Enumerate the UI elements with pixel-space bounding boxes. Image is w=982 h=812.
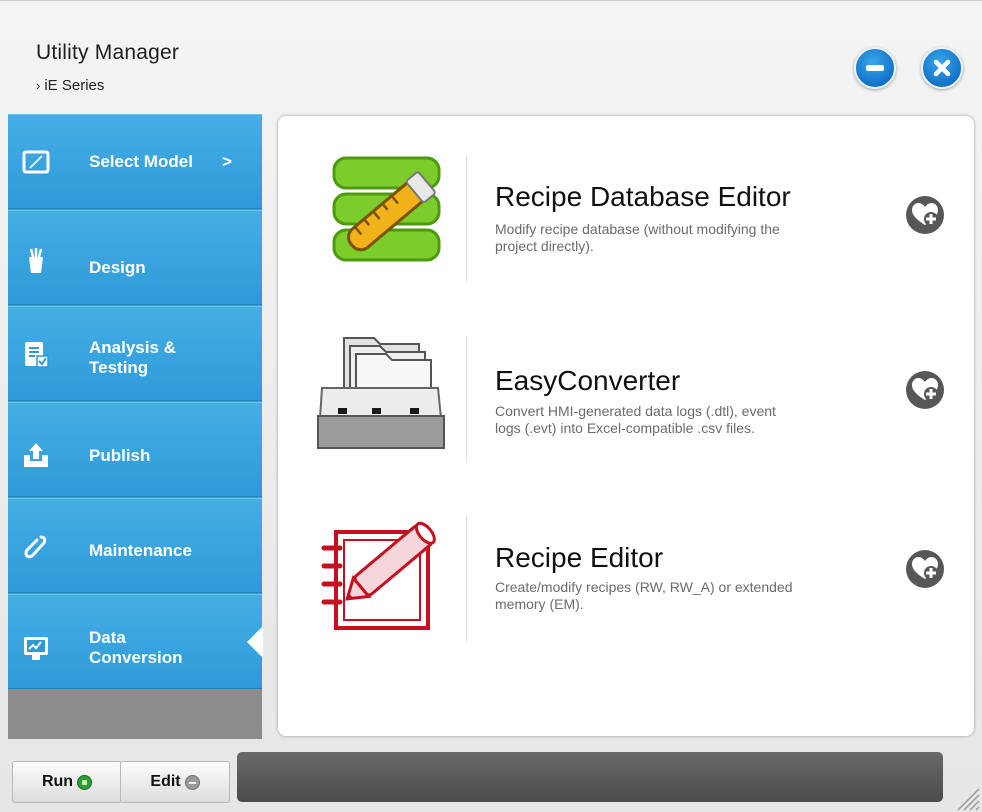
tool-description-line: memory (EM). bbox=[495, 596, 584, 612]
tool-name: EasyConverter bbox=[495, 365, 681, 396]
edit-label: Edit bbox=[150, 773, 181, 790]
edit-mode-button[interactable]: Edit bbox=[120, 761, 230, 803]
title-area: Utility Manager › iE Series bbox=[36, 41, 179, 94]
tool-description-line: Create/modify recipes (RW, RW_A) or exte… bbox=[495, 579, 793, 595]
sidebar-item-publish[interactable]: Publish bbox=[8, 402, 262, 497]
tool-name: Recipe Editor bbox=[495, 542, 664, 573]
status-bar bbox=[237, 752, 943, 802]
divider bbox=[466, 156, 467, 282]
sidebar-item-label: Analysis & bbox=[89, 338, 176, 357]
run-status-icon bbox=[77, 774, 93, 790]
sidebar-item-maintenance[interactable]: Maintenance bbox=[8, 498, 262, 593]
run-label: Run bbox=[41, 773, 74, 790]
database-test-tube-icon bbox=[332, 156, 441, 262]
sidebar-item-label: Publish bbox=[89, 446, 151, 465]
sidebar-item-label-line2: Testing bbox=[89, 358, 149, 377]
tool-description: Create/modify recipes (RW, RW_A) or exte… bbox=[495, 579, 875, 613]
sidebar-item-select-model[interactable]: Select Model > bbox=[8, 114, 262, 209]
tool-description: Modify recipe database (without modifyin… bbox=[495, 221, 875, 255]
monitor-icon bbox=[22, 150, 50, 174]
sidebar-item-label: Select Model bbox=[89, 152, 193, 171]
data-conversion-icon bbox=[24, 637, 48, 660]
upload-icon bbox=[24, 443, 48, 467]
tool-recipe-database-editor[interactable]: Recipe Database Editor Modify recipe dat… bbox=[278, 148, 974, 298]
chevron-right-icon: > bbox=[222, 152, 232, 171]
divider bbox=[466, 336, 467, 462]
tool-name: Recipe Database Editor bbox=[495, 181, 791, 212]
tool-easyconverter[interactable]: EasyConverter Convert HMI-generated data… bbox=[278, 328, 974, 478]
utility-manager-window: Utility Manager › iE Series Select Model … bbox=[0, 0, 982, 812]
paperclip-icon bbox=[24, 535, 47, 559]
edit-status-icon bbox=[184, 774, 200, 790]
pencil-cup-icon bbox=[29, 248, 43, 273]
tools-panel: Recipe Database Editor Modify recipe dat… bbox=[278, 116, 974, 736]
notebook-pen-icon bbox=[321, 521, 436, 630]
sidebar-item-design[interactable]: Design bbox=[8, 210, 262, 305]
close-button[interactable] bbox=[921, 47, 963, 89]
breadcrumb-label: iE Series bbox=[44, 77, 105, 94]
sidebar-item-analysis-testing[interactable]: Analysis & Testing bbox=[8, 306, 262, 401]
breadcrumb[interactable]: › iE Series bbox=[36, 77, 179, 94]
tool-description-line: project directly). bbox=[495, 238, 594, 254]
run-mode-button[interactable]: Run bbox=[12, 761, 122, 803]
app-title: Utility Manager bbox=[36, 41, 180, 64]
sidebar-item-label-line2: Conversion bbox=[89, 648, 183, 667]
minimize-icon bbox=[866, 65, 884, 71]
tool-recipe-editor[interactable]: Recipe Editor Create/modify recipes (RW,… bbox=[278, 508, 974, 658]
sidebar-item-data-conversion[interactable]: Data Conversion bbox=[8, 594, 263, 689]
tool-description: Convert HMI-generated data logs (.dtl), … bbox=[495, 403, 875, 437]
close-icon bbox=[933, 59, 951, 77]
sidebar-item-label: Design bbox=[89, 258, 146, 277]
add-favorite-button[interactable] bbox=[905, 370, 945, 410]
sidebar-item-label: Data bbox=[89, 628, 126, 647]
minimize-button[interactable] bbox=[854, 47, 896, 89]
file-drawer-icon bbox=[316, 337, 446, 449]
tool-description-line: Convert HMI-generated data logs (.dtl), … bbox=[495, 403, 776, 419]
resize-grip-icon[interactable] bbox=[950, 781, 980, 811]
tool-description-line: Modify recipe database (without modifyin… bbox=[495, 221, 780, 237]
checklist-icon bbox=[25, 342, 49, 368]
active-indicator bbox=[247, 626, 263, 658]
sidebar: Select Model > Design Analysis & Testing bbox=[8, 114, 263, 739]
breadcrumb-chevron-icon: › bbox=[36, 78, 41, 93]
add-favorite-button[interactable] bbox=[905, 195, 945, 235]
divider bbox=[466, 516, 467, 642]
add-favorite-button[interactable] bbox=[905, 549, 945, 589]
sidebar-item-label: Maintenance bbox=[89, 541, 192, 560]
tool-description-line: logs (.evt) into Excel-compatible .csv f… bbox=[495, 420, 755, 436]
